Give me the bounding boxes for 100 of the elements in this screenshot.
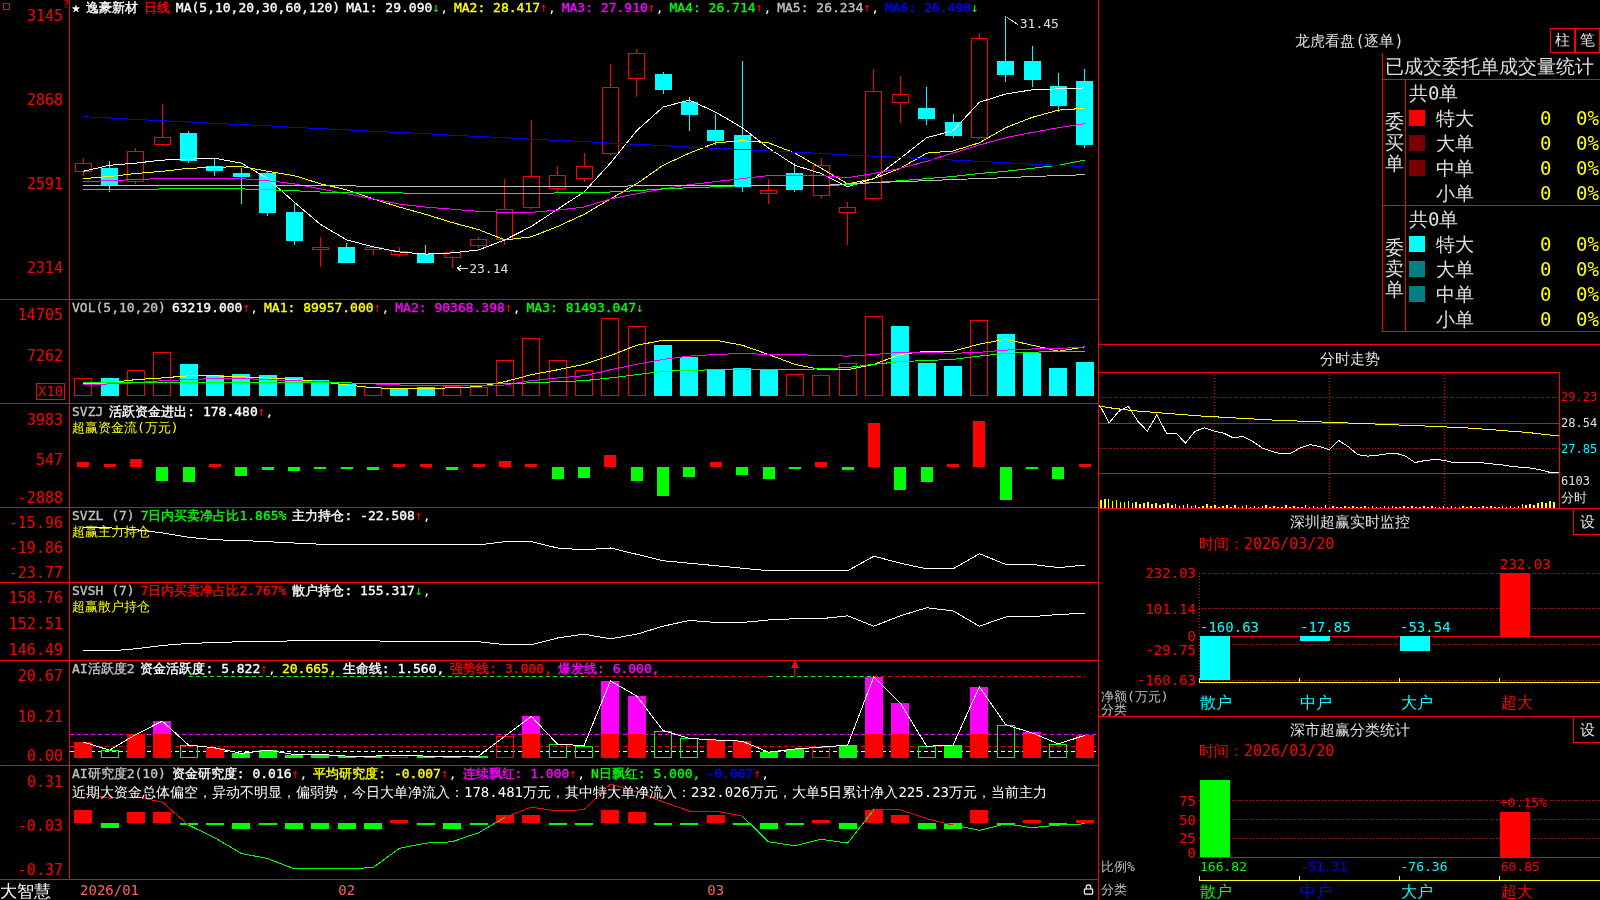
volume-bar [785, 373, 804, 396]
order-size-label: 中单 [1436, 282, 1475, 305]
lock-icon [1083, 884, 1094, 895]
activity-bar [232, 753, 251, 759]
indicator-label: MA2: 90368.398 [395, 300, 505, 315]
research-bar [838, 822, 857, 829]
activity-bar [654, 730, 673, 759]
indicator-label: ★ [72, 0, 80, 15]
order-count: 0 [1540, 156, 1552, 179]
candlestick [338, 242, 356, 264]
fund-flow-bar [657, 466, 670, 496]
research-bar [654, 822, 673, 826]
indicator-label: N日飘红: 5.000, [591, 766, 701, 781]
research-bar [759, 822, 778, 829]
candlestick [232, 167, 250, 205]
indicator-label: 主力持仓: -22.508 [292, 508, 415, 523]
category-label: 中户 [1299, 693, 1333, 713]
indicator-label: 平均研究度: -0.007 [313, 766, 441, 781]
indicator-label: SVZL (7) [72, 508, 135, 523]
order-count: 0 [1540, 282, 1552, 305]
candlestick [997, 15, 1015, 83]
candlestick [654, 71, 672, 95]
research-bar [891, 814, 910, 823]
fund-flow-bar [367, 466, 380, 471]
annotation: 31.45 [1019, 16, 1059, 32]
axis-title: 比例% [1101, 860, 1135, 874]
fund-flow-bar [129, 458, 142, 467]
view-toggle-button[interactable]: 笔 [1575, 28, 1600, 53]
fund-flow-bar [630, 466, 643, 481]
axis-label: 2591 [26, 175, 63, 193]
ratio-value: -51.31 [1299, 860, 1348, 874]
price-annotation: 31.45 [1006, 16, 1059, 32]
volume-bar [654, 345, 673, 396]
activity-bar [996, 724, 1015, 759]
date-label: 时间：2026/03/20 [1199, 742, 1335, 760]
fund-flow-bar [182, 466, 195, 482]
candlestick [891, 75, 909, 123]
activity-bar [812, 747, 831, 759]
research-bar [416, 822, 435, 826]
date-label: 03 [707, 881, 725, 900]
axis-title: 分类 [1101, 703, 1127, 716]
fund-flow-bar [920, 466, 933, 482]
annotation: 23.14 [469, 261, 509, 277]
indicator-label: 20.665, [281, 661, 337, 676]
indicator-label: AI研究度2(10) [72, 766, 166, 781]
candlestick [680, 96, 698, 132]
question-mark-label: ? [62, 0, 69, 10]
volume-bar [548, 360, 567, 396]
candlestick [1049, 72, 1067, 113]
panel-title: 分时走势 [1319, 349, 1380, 368]
data-label: -17.85 [1300, 619, 1351, 636]
date-label: 2026/01 [80, 881, 140, 900]
fund-flow-bar [762, 466, 775, 480]
axis-label: 6103 [1561, 474, 1590, 489]
volume-bar [891, 326, 910, 396]
fund-flow-bar [261, 466, 274, 471]
activity-bar [179, 745, 198, 759]
price-annotation: 23.14 [456, 261, 509, 277]
axis-label: 0.31 [26, 774, 63, 792]
trend-arrow: ↑, [647, 0, 664, 15]
view-toggle-button[interactable]: 柱 [1550, 28, 1575, 53]
category-label: 超大 [1499, 882, 1533, 900]
axis-label: 547 [35, 451, 63, 469]
order-count: 0 [1540, 257, 1552, 280]
category-label: 大户 [1399, 882, 1433, 900]
fund-flow-bar [103, 464, 116, 467]
indicator-label: 7日内买卖净占比1.865% [140, 508, 287, 523]
order-share: 0% [1576, 282, 1599, 305]
order-count: 0 [1540, 131, 1552, 154]
volume-bar [575, 369, 593, 396]
activity-bar [733, 741, 752, 759]
research-bar [390, 820, 409, 823]
research-bar [522, 814, 541, 823]
indicator-label: MA2: 28.417 [453, 0, 541, 15]
axis-label: 75 [1179, 793, 1196, 808]
research-bar [785, 822, 804, 826]
trend-arrow: ↓, [414, 583, 431, 598]
fund-flow-bar [894, 466, 907, 490]
volume-bar [627, 326, 646, 396]
indicator-label: AI活跃度2 [72, 661, 135, 676]
candlestick [364, 244, 382, 256]
data-label: 232.03 [1500, 556, 1551, 572]
trend-arrow: ↑, [540, 0, 556, 15]
settings-button[interactable]: 设 [1573, 509, 1600, 535]
activity-bar [311, 754, 330, 759]
axis-label: 50 [1179, 812, 1196, 827]
research-bar [601, 809, 620, 823]
axis-label: -23.77 [8, 564, 63, 582]
fund-flow-bar [498, 461, 511, 467]
axis-label: 232.03 [1145, 566, 1196, 580]
axis-title: 净额(万元) [1101, 690, 1169, 703]
brand-label: 大智慧 [0, 881, 51, 900]
fund-flow-bar [472, 464, 485, 467]
settings-button[interactable]: 设 [1573, 717, 1600, 743]
fund-flow-bar [867, 422, 880, 467]
order-share: 0% [1576, 156, 1599, 179]
volume-bar [838, 362, 857, 396]
activity-bar [1049, 743, 1068, 759]
candlestick [443, 249, 461, 269]
volume-bar [232, 373, 251, 396]
